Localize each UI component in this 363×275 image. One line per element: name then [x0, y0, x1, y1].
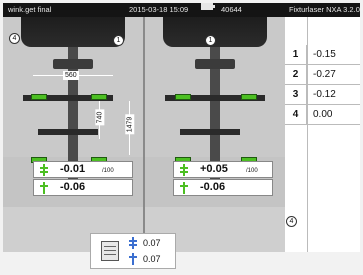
counter: 40644 [221, 5, 242, 14]
right-offset-value: -0.06 [200, 181, 226, 193]
left-angular-readout: -0.01 /100 [33, 161, 133, 178]
summary-value-1: 0.07 [143, 238, 161, 248]
table-row[interactable]: 1 -0.15 [285, 45, 360, 65]
bracket [38, 129, 98, 135]
right-angular-unit: /100 [246, 168, 258, 174]
battery-icon [201, 3, 215, 10]
left-offset-readout: -0.06 [33, 179, 133, 196]
row-number: 4 [285, 105, 307, 125]
coupling [195, 59, 235, 69]
summary-value-2: 0.07 [143, 254, 161, 264]
machine-housing [21, 17, 125, 47]
offset-sum-icon [129, 253, 137, 265]
row-value: -0.27 [313, 69, 336, 80]
table-row[interactable]: 4 0.00 [285, 105, 360, 125]
summary-box[interactable]: 0.07 0.07 [90, 233, 176, 269]
row-number: 3 [285, 85, 307, 105]
report-icon [101, 241, 119, 261]
row-number: 2 [285, 65, 307, 85]
marker-1: 1 [205, 35, 216, 46]
h1-dimension: 740 [95, 109, 105, 126]
product-version: Fixturlaser NXA 3.2.0 [289, 5, 360, 14]
row-value: 0.00 [313, 109, 333, 120]
row-number: 1 [285, 45, 307, 65]
right-offset-readout: -0.06 [173, 179, 273, 196]
sensor-left [31, 94, 47, 100]
horizontal-angle-icon [180, 164, 188, 176]
marker-1: 1 [113, 35, 124, 46]
left-angular-value: -0.01 [60, 163, 86, 175]
sensor-left [175, 94, 191, 100]
filename: wink.get final [8, 5, 52, 14]
right-angular-readout: +0.05 /100 [173, 161, 273, 178]
marker-4: 4 [286, 216, 297, 227]
datetime: 2015-03-18 15:09 [129, 5, 189, 14]
h2-dimension: 1479 [125, 114, 135, 135]
left-angular-unit: /100 [102, 168, 114, 174]
row-value: -0.12 [313, 89, 336, 100]
vertical-angle-icon [40, 164, 48, 176]
sensor-right [91, 94, 107, 100]
coupling [53, 59, 93, 69]
table-row[interactable]: 2 -0.27 [285, 65, 360, 85]
screen: wink.get final 2015-03-18 15:09 40644 Fi… [3, 3, 360, 252]
vertical-offset-icon [40, 182, 48, 194]
table-row[interactable]: 3 -0.12 [285, 85, 360, 105]
left-offset-value: -0.06 [60, 181, 86, 193]
bracket [180, 129, 240, 135]
panel-divider [143, 17, 145, 252]
status-bar: wink.get final 2015-03-18 15:09 40644 Fi… [3, 3, 360, 17]
view-badge[interactable]: 4 [9, 33, 20, 44]
measurement-table: 1 -0.15 2 -0.27 3 -0.12 4 0.00 4 [285, 17, 360, 252]
right-machine-panel[interactable]: 1 [145, 17, 285, 157]
left-machine-panel[interactable]: 4 1 560 740 1479 [3, 17, 143, 157]
right-angular-value: +0.05 [200, 163, 228, 175]
horizontal-offset-icon [180, 182, 188, 194]
width-dimension: 560 [63, 71, 79, 80]
angle-sum-icon [129, 237, 137, 249]
row-value: -0.15 [313, 49, 336, 60]
sensor-right [241, 94, 257, 100]
